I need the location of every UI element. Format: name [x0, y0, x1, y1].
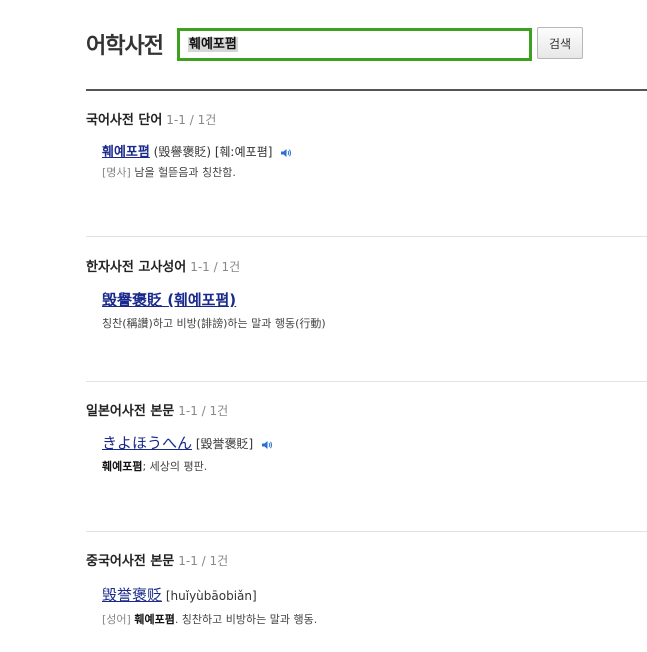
entry-pronunciation: [훼ː예포폄]: [214, 145, 273, 159]
definition-chinese: [성어] 훼예포폄. 칭찬하고 비방하는 말과 행동.: [102, 611, 317, 627]
result-count: 1-1 / 1건: [178, 404, 229, 418]
section-title-japanese: 일본어사전 본문 1-1 / 1건: [86, 400, 228, 419]
section-divider: [86, 236, 647, 237]
search-input-selected-text: 훼예포폄: [188, 37, 238, 52]
search-box[interactable]: 훼예포폄: [177, 28, 532, 61]
search-button[interactable]: 검색: [537, 27, 583, 59]
entry-hanja-idiom: 毁譽褒貶 (훼예포폄): [102, 289, 236, 310]
result-count: 1-1 / 1건: [166, 113, 217, 127]
speaker-icon[interactable]: [261, 440, 273, 450]
section-name: 한자사전 고사성어: [86, 260, 187, 275]
section-divider: [86, 531, 647, 532]
section-title-chinese: 중국어사전 본문 1-1 / 1건: [86, 550, 228, 569]
definition-headword: 훼예포폄: [102, 460, 143, 473]
definition-text: 남을 헐뜯음과 칭찬함.: [134, 166, 236, 179]
page-title: 어학사전: [86, 34, 164, 59]
part-of-speech: [성어]: [102, 613, 131, 626]
result-count: 1-1 / 1건: [178, 554, 229, 568]
entry-word-link[interactable]: 훼예포폄: [102, 145, 150, 160]
entry-hanja: (毁譽褒貶): [153, 145, 212, 159]
entry-japanese: きよほうへん [毀誉褒貶]: [102, 432, 273, 453]
entry-word-link[interactable]: 毁誉褒贬: [102, 586, 162, 604]
section-divider: [86, 381, 647, 382]
definition-japanese: 훼예포폄; 세상의 평판.: [102, 458, 207, 474]
section-name: 국어사전 단어: [86, 113, 163, 128]
speaker-icon[interactable]: [280, 148, 292, 158]
section-name: 중국어사전 본문: [86, 554, 175, 569]
part-of-speech: [명사]: [102, 166, 131, 179]
definition-headword: 훼예포폄: [134, 613, 175, 626]
entry-pinyin: [huǐyùbāobiǎn]: [165, 589, 257, 603]
definition-hanja: 칭찬(稱讚)하고 비방(誹謗)하는 말과 행동(行動): [102, 315, 326, 331]
entry-word-link[interactable]: 毁譽褒貶 (훼예포폄): [102, 291, 236, 309]
definition-text: ; 세상의 평판.: [142, 460, 208, 473]
header-divider: [86, 89, 647, 91]
section-title-hanja: 한자사전 고사성어 1-1 / 1건: [86, 256, 240, 275]
entry-chinese: 毁誉褒贬 [huǐyùbāobiǎn]: [102, 584, 257, 605]
result-count: 1-1 / 1건: [190, 260, 241, 274]
definition-korean: [명사] 남을 헐뜯음과 칭찬함.: [102, 164, 236, 180]
definition-text: 칭찬(稱讚)하고 비방(誹謗)하는 말과 행동(行動): [102, 317, 326, 330]
entry-kanji: [毀誉褒貶]: [195, 437, 254, 451]
definition-text: . 칭찬하고 비방하는 말과 행동.: [174, 613, 318, 626]
entry-word-link[interactable]: きよほうへん: [102, 434, 192, 452]
section-title-korean: 국어사전 단어 1-1 / 1건: [86, 109, 216, 128]
entry-korean: 훼예포폄 (毁譽褒貶) [훼ː예포폄]: [102, 141, 292, 160]
section-name: 일본어사전 본문: [86, 404, 175, 419]
